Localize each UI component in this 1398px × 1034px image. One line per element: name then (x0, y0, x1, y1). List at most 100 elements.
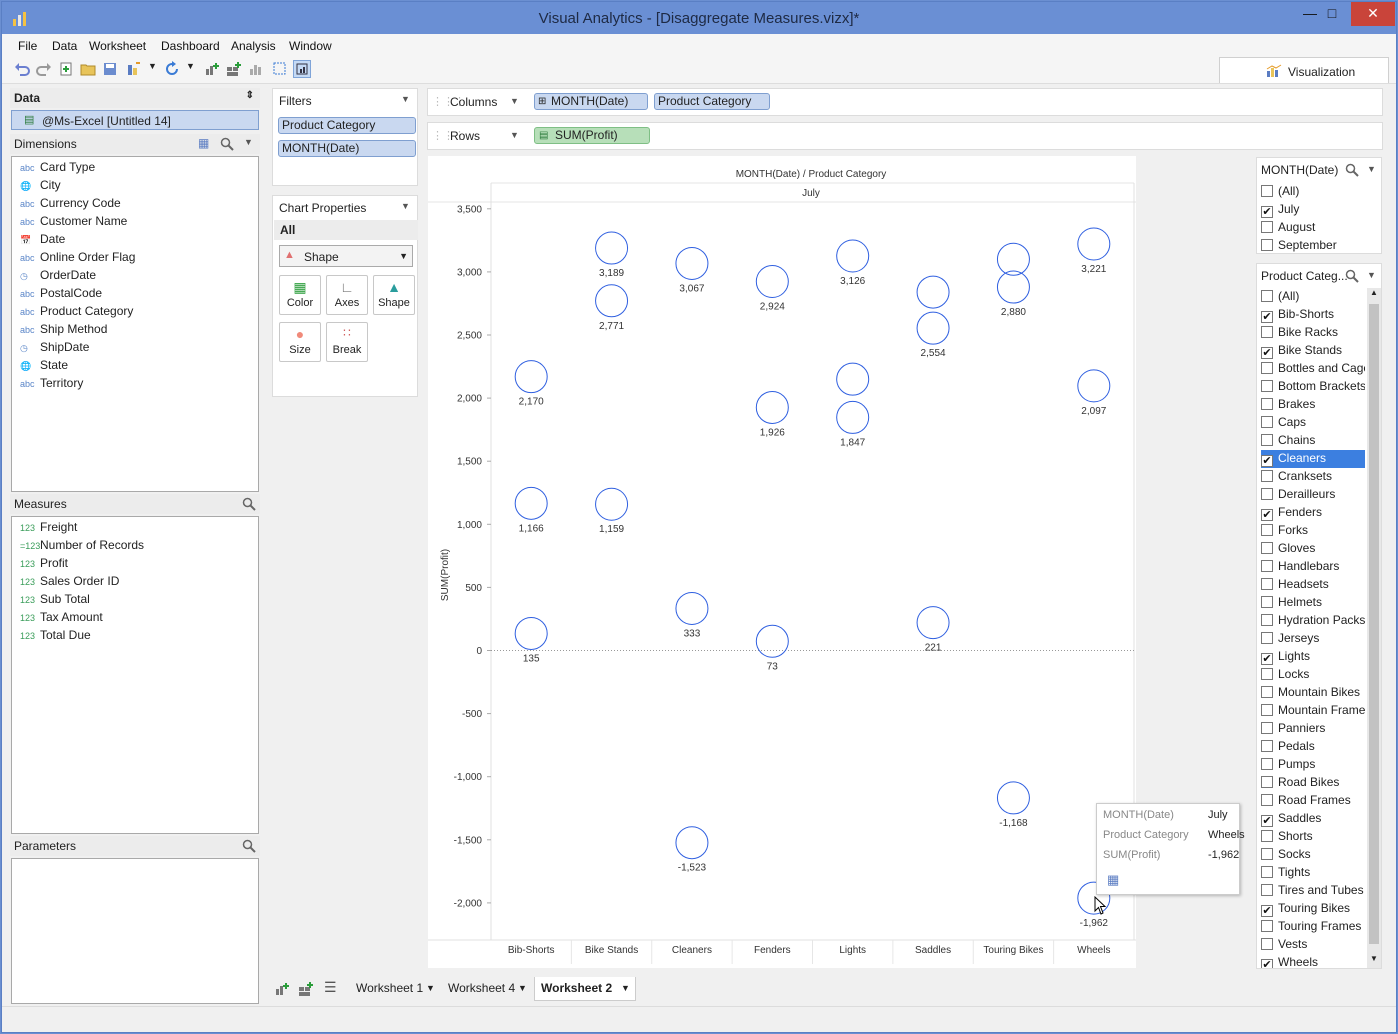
category-option[interactable]: Headsets (1261, 576, 1365, 594)
filter-pill-product-category[interactable]: Product Category (278, 117, 416, 134)
menu-data[interactable]: Data (52, 39, 77, 53)
data-source-item[interactable]: ▤ @Ms-Excel [Untitled 14] (11, 110, 259, 130)
dimension-item[interactable]: 📅 Date (20, 230, 65, 248)
category-option[interactable]: Helmets (1261, 594, 1365, 612)
unchecked-checkbox-icon[interactable] (1261, 866, 1273, 878)
mark-type-select[interactable]: ▲ Shape ▼ (279, 245, 413, 267)
menu-worksheet[interactable]: Worksheet (89, 39, 146, 53)
tab-worksheet-4[interactable]: Worksheet 4 ▼ (442, 977, 532, 1001)
columns-pill-month-date[interactable]: ⊞ MONTH(Date) (534, 93, 648, 110)
data-point[interactable] (514, 616, 548, 650)
data-point[interactable] (755, 264, 789, 298)
data-point[interactable] (514, 486, 548, 520)
month-option[interactable]: (All) (1261, 183, 1365, 201)
table-view-icon[interactable]: ▦ (198, 136, 209, 150)
unchecked-checkbox-icon[interactable] (1261, 938, 1273, 950)
unchecked-checkbox-icon[interactable] (1261, 848, 1273, 860)
month-option[interactable]: September (1261, 237, 1365, 255)
category-option[interactable]: Bottles and Cages (1261, 360, 1365, 378)
data-panel-menu-icon[interactable]: ⇕ (246, 90, 254, 101)
category-option[interactable]: Cranksets (1261, 468, 1365, 486)
measure-item[interactable]: 123 Tax Amount (20, 608, 103, 626)
category-option[interactable]: ✔ Touring Bikes (1261, 900, 1365, 918)
unchecked-checkbox-icon[interactable] (1261, 326, 1273, 338)
unchecked-checkbox-icon[interactable] (1261, 884, 1273, 896)
search-parameters-icon[interactable] (242, 839, 256, 853)
unchecked-checkbox-icon[interactable] (1261, 596, 1273, 608)
size-button[interactable]: ● Size (279, 322, 321, 362)
category-option[interactable]: Hydration Packs (1261, 612, 1365, 630)
break-button[interactable]: ∷ Break (326, 322, 368, 362)
add-dashboard-icon[interactable] (298, 981, 314, 997)
category-option[interactable]: Tires and Tubes (1261, 882, 1365, 900)
unchecked-checkbox-icon[interactable] (1261, 239, 1273, 251)
category-option[interactable]: ✔ Wheels (1261, 954, 1365, 968)
category-option[interactable]: Bike Racks (1261, 324, 1365, 342)
dimension-item[interactable]: abc PostalCode (20, 284, 102, 302)
category-option[interactable]: Touring Frames (1261, 918, 1365, 936)
dimension-item[interactable]: abc Ship Method (20, 320, 107, 338)
unchecked-checkbox-icon[interactable] (1261, 704, 1273, 716)
data-point[interactable] (836, 239, 870, 273)
chart-icon[interactable] (248, 61, 264, 77)
checked-checkbox-icon[interactable]: ✔ (1261, 653, 1273, 665)
open-folder-icon[interactable] (80, 61, 96, 77)
refresh-dropdown-icon[interactable]: ▼ (186, 61, 202, 77)
dimension-item[interactable]: 🌐 City (20, 176, 61, 194)
data-point[interactable] (675, 826, 709, 860)
new-dashboard-icon[interactable] (226, 61, 242, 77)
data-point[interactable] (595, 284, 629, 318)
category-option[interactable]: Gloves (1261, 540, 1365, 558)
unchecked-checkbox-icon[interactable] (1261, 740, 1273, 752)
columns-dropdown-icon[interactable]: ▼ (510, 96, 519, 106)
category-scrollbar[interactable]: ▲ ▼ (1367, 288, 1381, 968)
checked-checkbox-icon[interactable]: ✔ (1261, 455, 1273, 467)
wand-icon[interactable] (126, 61, 142, 77)
new-file-icon[interactable] (58, 61, 74, 77)
axes-button[interactable]: ∟ Axes (326, 275, 368, 315)
data-point[interactable] (996, 270, 1030, 304)
tab-worksheet-2-dropdown-icon[interactable]: ▼ (621, 977, 630, 999)
dimensions-dropdown-icon[interactable]: ▼ (244, 137, 253, 147)
category-option[interactable]: Mountain Frames (1261, 702, 1365, 720)
scroll-down-icon[interactable]: ▼ (1370, 954, 1378, 963)
data-point[interactable] (595, 487, 629, 521)
category-option[interactable]: Handlebars (1261, 558, 1365, 576)
chart-properties-dropdown-icon[interactable]: ▼ (401, 201, 410, 211)
unchecked-checkbox-icon[interactable] (1261, 398, 1273, 410)
unchecked-checkbox-icon[interactable] (1261, 920, 1273, 932)
category-option[interactable]: Socks (1261, 846, 1365, 864)
undo-icon[interactable] (14, 61, 30, 77)
shape-button[interactable]: ▲ Shape (373, 275, 415, 315)
rows-pill-sum-profit[interactable]: ▤ SUM(Profit) (534, 127, 650, 144)
unchecked-checkbox-icon[interactable] (1261, 524, 1273, 536)
data-point[interactable] (916, 275, 950, 309)
dimension-item[interactable]: ◷ ShipDate (20, 338, 89, 356)
dimension-item[interactable]: abc Card Type (20, 158, 95, 176)
category-option[interactable]: Mountain Bikes (1261, 684, 1365, 702)
category-option[interactable]: (All) (1261, 288, 1365, 306)
unchecked-checkbox-icon[interactable] (1261, 380, 1273, 392)
category-option[interactable]: Chains (1261, 432, 1365, 450)
dimension-item[interactable]: 🌐 State (20, 356, 68, 374)
category-option[interactable]: Road Frames (1261, 792, 1365, 810)
tab-worksheet-2[interactable]: Worksheet 2 ▼ (534, 977, 636, 1001)
unchecked-checkbox-icon[interactable] (1261, 614, 1273, 626)
view-data-icon[interactable]: ▦ (1107, 872, 1119, 888)
scrollbar-thumb[interactable] (1369, 304, 1379, 944)
add-worksheet-icon[interactable] (274, 981, 290, 997)
checked-checkbox-icon[interactable]: ✔ (1261, 959, 1273, 968)
checked-checkbox-icon[interactable]: ✔ (1261, 311, 1273, 323)
dimension-item[interactable]: abc Currency Code (20, 194, 121, 212)
search-category-icon[interactable] (1345, 269, 1359, 283)
close-button[interactable]: ✕ (1351, 2, 1395, 26)
columns-shelf[interactable]: ⋮⋮⋮ Columns ▼ ⊞ MONTH(Date) Product Cate… (427, 88, 1383, 116)
checked-checkbox-icon[interactable]: ✔ (1261, 815, 1273, 827)
data-point[interactable] (836, 400, 870, 434)
unchecked-checkbox-icon[interactable] (1261, 830, 1273, 842)
scroll-up-icon[interactable]: ▲ (1370, 288, 1378, 297)
refresh-icon[interactable] (164, 61, 180, 77)
unchecked-checkbox-icon[interactable] (1261, 185, 1273, 197)
measure-item[interactable]: 123 Total Due (20, 626, 91, 644)
maximize-button[interactable]: □ (1315, 2, 1349, 26)
